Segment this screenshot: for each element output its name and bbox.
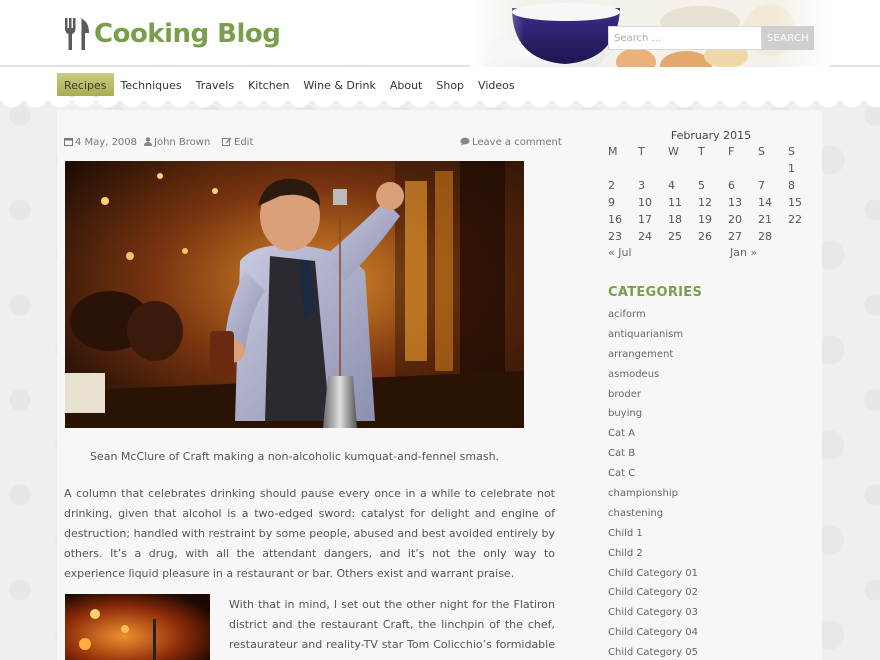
calendar-day: 25 xyxy=(668,230,682,243)
calendar-weekday: M xyxy=(608,145,618,158)
calendar-day: 2 xyxy=(608,179,615,192)
post-edit-link[interactable]: Edit xyxy=(222,137,253,148)
site-header: Cooking Blog Search ... SEARCH xyxy=(0,0,880,72)
calendar-weekday: F xyxy=(728,145,735,158)
categories-list: aciform antiquarianism arrangement asmodeus… xyxy=(608,308,698,660)
calendar-day: 8 xyxy=(788,179,795,192)
calendar-weekday: S xyxy=(758,145,765,158)
calendar-prev-link[interactable]: « Jul xyxy=(608,246,632,259)
nav-item-kitchen[interactable]: Kitchen xyxy=(241,73,296,97)
calendar-day: 26 xyxy=(698,230,712,243)
nav-item-about[interactable]: About xyxy=(383,73,430,97)
calendar-weekday: S xyxy=(788,145,795,158)
calendar-weekday: T xyxy=(698,145,705,158)
calendar-day: 9 xyxy=(608,196,615,209)
nav-item-recipes[interactable]: Recipes xyxy=(57,73,114,97)
calendar-day: 5 xyxy=(698,179,705,192)
nav-menu: Recipes Techniques Travels Kitchen Wine … xyxy=(57,73,522,97)
category-link[interactable]: championship xyxy=(608,487,698,507)
user-icon xyxy=(144,137,152,146)
calendar-day: 23 xyxy=(608,230,622,243)
calendar-day: 22 xyxy=(788,213,802,226)
category-link[interactable]: Cat C xyxy=(608,467,698,487)
calendar-day: 6 xyxy=(728,179,735,192)
post-date-text: 4 May, 2008 xyxy=(75,137,138,148)
category-link[interactable]: asmodeus xyxy=(608,368,698,388)
nav-item-wine-drink[interactable]: Wine & Drink xyxy=(296,73,382,97)
edit-icon xyxy=(222,137,232,146)
search-input[interactable] xyxy=(608,26,762,50)
nav-scallop-border xyxy=(0,96,880,110)
comment-icon xyxy=(460,137,470,146)
category-link[interactable]: aciform xyxy=(608,308,698,328)
site-logo[interactable]: Cooking Blog xyxy=(64,16,281,52)
category-link[interactable]: buying xyxy=(608,407,698,427)
category-link[interactable]: antiquarianism xyxy=(608,328,698,348)
calendar-day: 11 xyxy=(668,196,682,209)
site-title: Cooking Blog xyxy=(94,19,281,49)
image-caption: Sean McClure of Craft making a non-alcoh… xyxy=(89,450,500,463)
calendar-day: 28 xyxy=(758,230,772,243)
calendar-day: 27 xyxy=(728,230,742,243)
calendar-weekday: W xyxy=(668,145,679,158)
post-inline-image[interactable] xyxy=(65,594,210,660)
category-link[interactable]: chastening xyxy=(608,507,698,527)
category-link[interactable]: Cat A xyxy=(608,427,698,447)
post-paragraph-1: A column that celebrates drinking should… xyxy=(64,487,555,580)
calendar-next-link[interactable]: Jan » xyxy=(730,246,757,259)
fork-knife-icon xyxy=(65,18,89,50)
category-link[interactable]: Child 2 xyxy=(608,547,698,567)
nav-item-techniques[interactable]: Techniques xyxy=(114,73,189,97)
calendar-day: 4 xyxy=(668,179,675,192)
post-date[interactable]: 4 May, 2008 xyxy=(64,137,137,148)
category-link[interactable]: Child 1 xyxy=(608,527,698,547)
calendar-grid: M T W T F S S 1 2 3 4 5 6 7 8 9 10 11 12 13 14 15 16 17 18 19 20 21… xyxy=(606,144,816,264)
calendar-day: 17 xyxy=(638,213,652,226)
category-link[interactable]: Child Category 02 xyxy=(608,586,698,606)
calendar-day: 16 xyxy=(608,213,622,226)
calendar-day: 13 xyxy=(728,196,742,209)
nav-item-shop[interactable]: Shop xyxy=(429,73,471,97)
category-link[interactable]: arrangement xyxy=(608,348,698,368)
nav-item-videos[interactable]: Videos xyxy=(471,73,522,97)
post-comment-text: Leave a comment xyxy=(472,137,562,148)
post-author-text: John Brown xyxy=(154,137,211,148)
calendar-widget: February 2015 M T W T F S S 1 2 3 4 5 6 7 8 9 10 11 12 13 14… xyxy=(606,128,816,264)
search-form: SEARCH xyxy=(608,26,814,50)
calendar-day: 3 xyxy=(638,179,645,192)
calendar-day: 15 xyxy=(788,196,802,209)
post-meta: 4 May, 2008 John Brown Edit Leave a comm… xyxy=(64,137,562,151)
calendar-day: 20 xyxy=(728,213,742,226)
calendar-day: 21 xyxy=(758,213,772,226)
nav-item-travels[interactable]: Travels xyxy=(189,73,241,97)
category-link[interactable]: Child Category 01 xyxy=(608,567,698,587)
calendar-icon xyxy=(64,138,73,146)
category-link[interactable]: Cat B xyxy=(608,447,698,467)
calendar-day: 19 xyxy=(698,213,712,226)
post-author[interactable]: John Brown xyxy=(144,137,210,148)
categories-heading: CATEGORIES xyxy=(608,285,703,300)
category-link[interactable]: broder xyxy=(608,388,698,408)
category-link[interactable]: Child Category 05 xyxy=(608,646,698,660)
calendar-day: 1 xyxy=(788,162,795,175)
calendar-weekday: T xyxy=(638,145,645,158)
search-button[interactable]: SEARCH xyxy=(762,26,814,50)
post-paragraph-2: With that in mind, I set out the other n… xyxy=(229,598,555,660)
post-edit-text: Edit xyxy=(234,137,254,148)
category-link[interactable]: Child Category 04 xyxy=(608,626,698,646)
calendar-day: 7 xyxy=(758,179,765,192)
calendar-day: 18 xyxy=(668,213,682,226)
calendar-day: 24 xyxy=(638,230,652,243)
post-featured-image[interactable] xyxy=(65,161,524,428)
category-link[interactable]: Child Category 03 xyxy=(608,606,698,626)
calendar-day: 12 xyxy=(698,196,712,209)
calendar-day: 14 xyxy=(758,196,772,209)
post-comment-link[interactable]: Leave a comment xyxy=(460,137,562,148)
calendar-day: 10 xyxy=(638,196,652,209)
calendar-caption: February 2015 xyxy=(670,129,752,142)
